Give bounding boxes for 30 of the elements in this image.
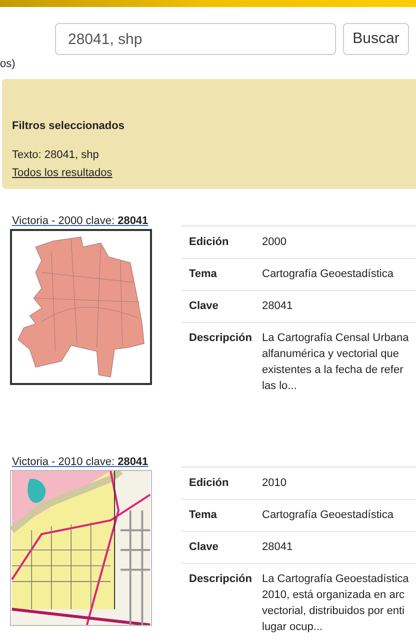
all-results-link[interactable]: Todos los resultados [12,165,112,182]
description-line: alfanumérica y vectorial que [262,347,399,362]
description-line: lugar ocup... [262,620,323,635]
description-line: La Cartografía Censal Urbana [262,331,409,346]
field-label: Clave [188,540,220,556]
description-line: existentes a la fecha de refer [262,363,404,378]
filters-heading: Filtros seleccionados [12,119,124,134]
field-value: Cartografía Geoestadística [262,508,394,524]
field-value: 2010 [262,476,286,492]
field-value: 28041 [262,540,293,556]
field-label: Tema [188,508,218,524]
result-title-link[interactable]: Victoria - 2010 clave: 28041 [12,456,148,469]
field-value: Cartografía Geoestadística [262,267,394,282]
field-label: Tema [188,267,218,282]
field-label: Descripción [188,331,253,346]
description-line: las lo... [262,379,297,394]
description-line: vectorial, distribuidos por enti [262,604,404,619]
description-line: 2010, está organizada en arc [262,588,404,603]
search-field[interactable]: 28041, shp [55,23,336,55]
field-label: Clave [188,299,220,314]
field-label: Edición [188,476,230,492]
result-title-link[interactable]: Victoria - 2000 clave: 28041 [12,215,148,228]
field-value: 28041 [262,299,293,314]
search-button[interactable]: Buscar [343,23,409,55]
field-label: Descripción [188,572,253,587]
field-value: 2000 [262,235,286,250]
description-line: La Cartografía Geoestadística [262,572,409,587]
truncated-text: os) [0,57,16,71]
filter-text: Texto: 28041, shp [12,148,99,162]
field-label: Edición [188,235,230,250]
